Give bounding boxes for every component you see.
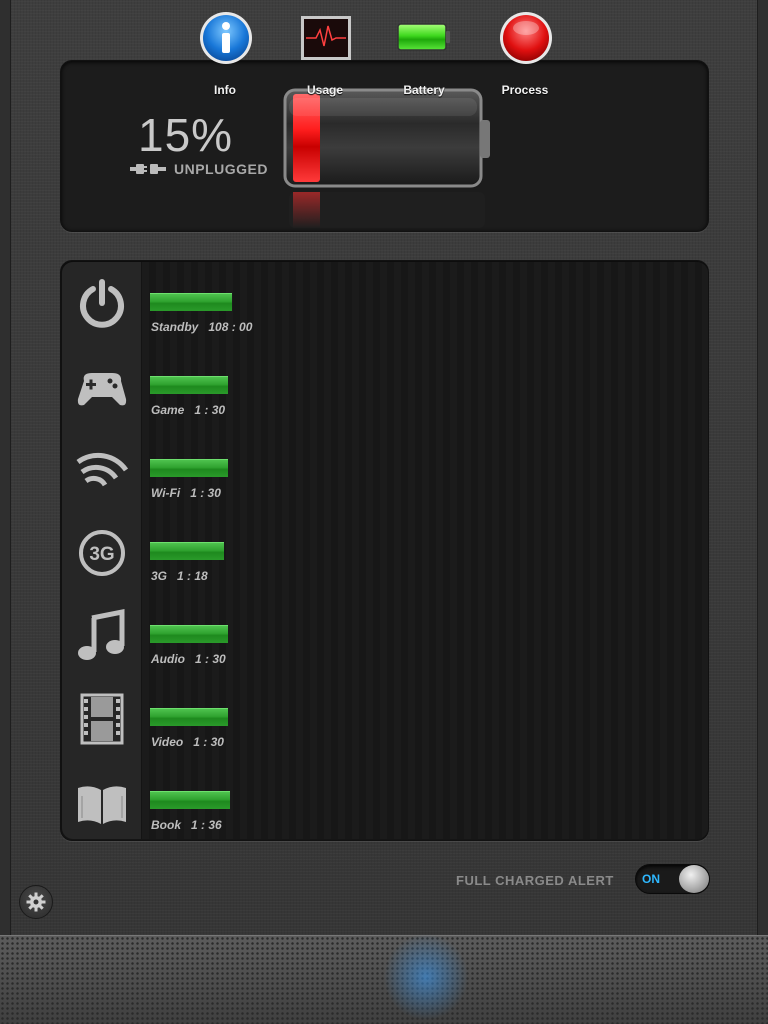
battery-icon [397, 23, 450, 51]
tab-info[interactable]: Info [190, 10, 260, 97]
gear-icon [26, 892, 46, 912]
usage-row-standby: Standby 108 : 00 [62, 262, 708, 345]
usage-bar [150, 459, 228, 477]
usage-label: Game 1 : 30 [151, 403, 226, 417]
charge-status-text: UNPLUGGED [174, 161, 268, 177]
usage-bar [150, 376, 228, 394]
settings-button[interactable] [19, 885, 53, 919]
gamepad-icon [77, 373, 127, 406]
usage-row-3g: 3G 3G 1 : 18 [62, 511, 708, 594]
music-note-icon [78, 608, 125, 660]
battery-icon [283, 88, 490, 228]
info-icon [200, 12, 252, 64]
usage-bar [150, 791, 230, 809]
usage-label: Video 1 : 30 [151, 735, 224, 749]
toggle-on-text: ON [642, 872, 660, 886]
tab-label: Process [501, 83, 549, 97]
usage-bar [150, 625, 228, 643]
usage-bar [150, 708, 228, 726]
usage-label: Audio 1 : 30 [151, 652, 226, 666]
unplugged-icon [130, 164, 166, 174]
usage-label: Book 1 : 36 [151, 818, 222, 832]
svg-text:3G: 3G [89, 544, 114, 565]
usage-bar [150, 293, 232, 311]
usage-row-video: Video 1 : 30 [62, 677, 708, 760]
usage-row-wifi: Wi-Fi 1 : 30 [62, 428, 708, 511]
full-charged-alert-label: FULL CHARGED ALERT [456, 873, 614, 888]
usage-row-audio: Audio 1 : 30 [62, 594, 708, 677]
usage-row-game: Game 1 : 30 [62, 345, 708, 428]
tab-label: Info [214, 83, 236, 97]
book-icon [78, 786, 126, 824]
tab-label: Usage [306, 83, 344, 97]
film-icon [80, 693, 124, 745]
power-icon [80, 279, 124, 328]
usage-bar [150, 542, 224, 560]
usage-label: Wi-Fi 1 : 30 [151, 486, 221, 500]
active-tab-glow [380, 930, 472, 1024]
toggle-knob[interactable] [679, 865, 709, 893]
3g-icon: 3G [79, 530, 125, 576]
tab-label: Battery [403, 83, 445, 97]
charge-status: UNPLUGGED [130, 161, 268, 177]
battery-percentage: 15% [138, 109, 234, 161]
usage-label: Standby 108 : 00 [151, 320, 253, 334]
wifi-icon [76, 452, 129, 487]
full-charged-alert-toggle[interactable]: ON [635, 864, 710, 894]
usage-label: 3G 1 : 18 [151, 569, 208, 583]
tab-battery[interactable]: Battery [389, 10, 459, 97]
usage-row-book: Book 1 : 36 [62, 760, 708, 843]
red-circle-icon [500, 12, 552, 64]
tab-process[interactable]: Process [490, 10, 560, 97]
heart-monitor-icon [301, 16, 351, 60]
tab-usage[interactable]: Usage [290, 10, 360, 97]
